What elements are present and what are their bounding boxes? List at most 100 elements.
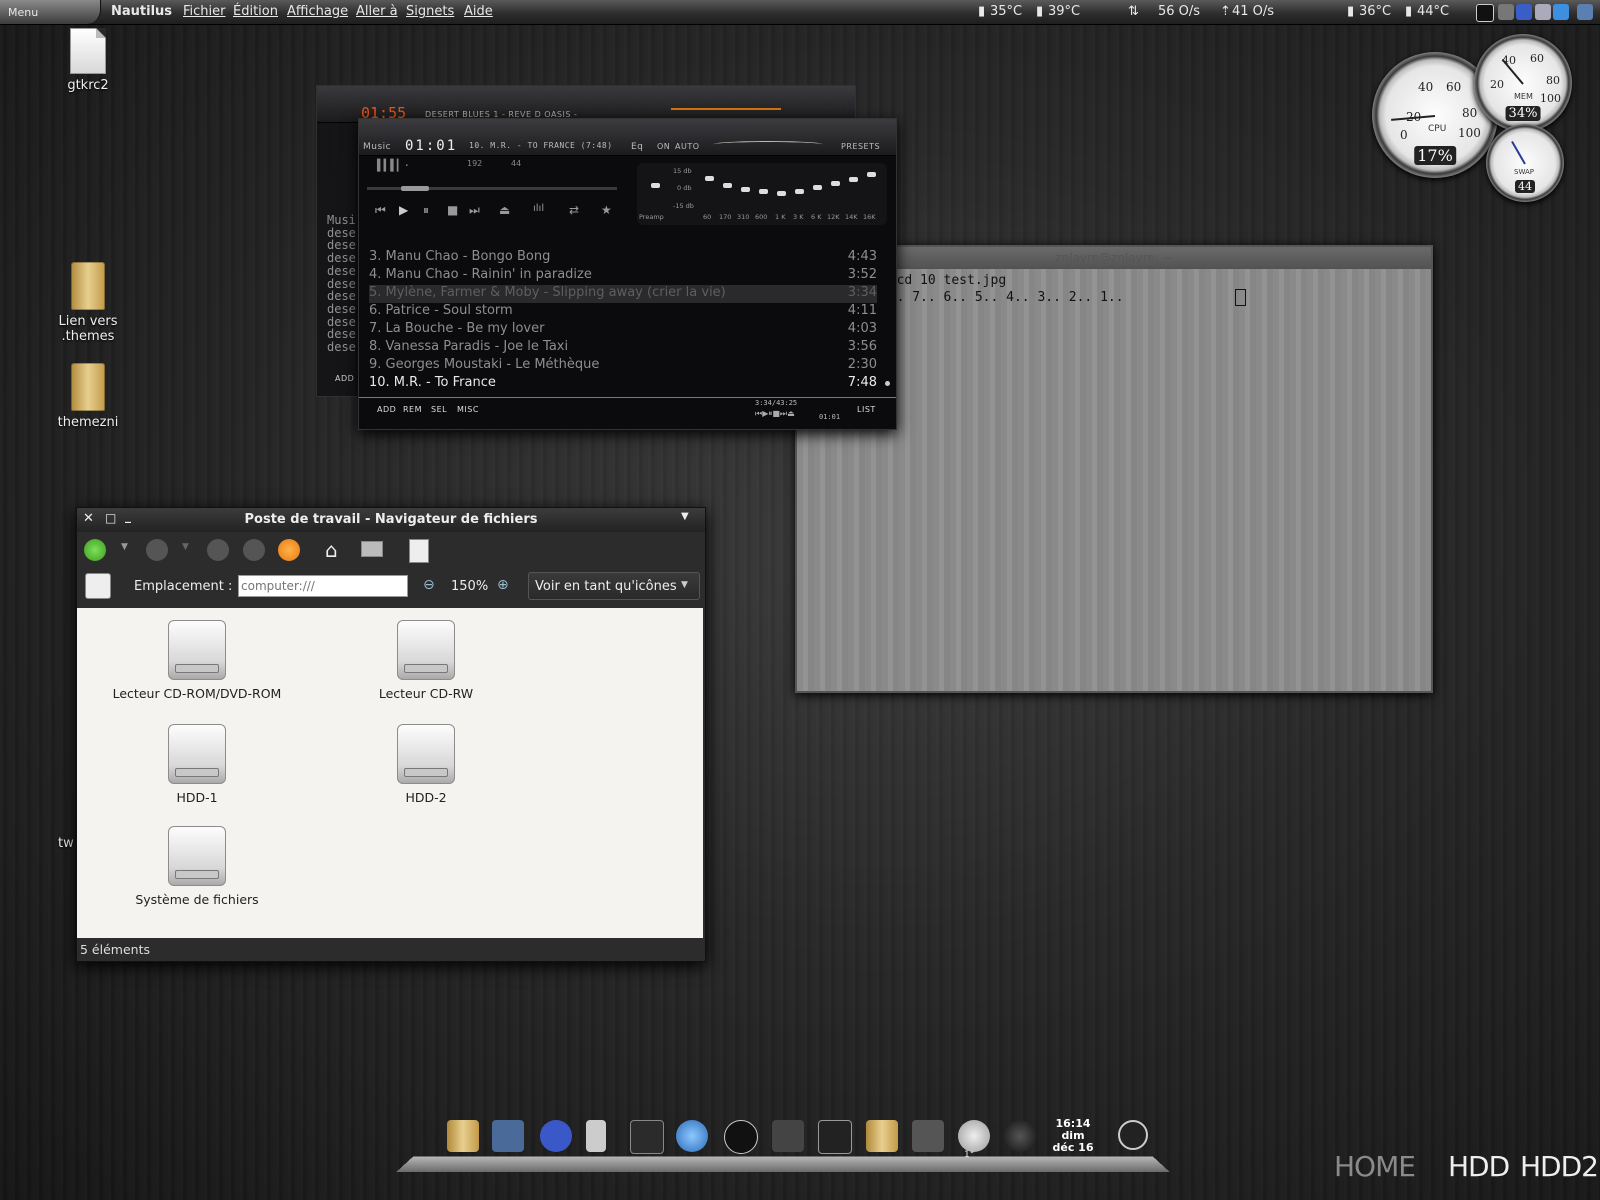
playlist-sel-button[interactable]: SEL [431, 405, 447, 414]
view-mode-select[interactable]: Voir en tant qu'icônes ▼ [528, 572, 700, 600]
eq-slider-310[interactable] [741, 187, 750, 192]
search-icon[interactable] [409, 539, 429, 563]
drive-item[interactable]: HDD-1 [107, 724, 287, 805]
penguin-icon[interactable] [630, 1120, 664, 1154]
forward-history-chevron-icon[interactable]: ▼ [182, 542, 189, 552]
drive-item[interactable]: HDD-2 [336, 724, 516, 805]
playlist-row[interactable]: 8. Vanessa Paradis - Joe le Taxi 3:56 [369, 339, 877, 357]
playlist-row-current[interactable]: 10. M.R. - To France 7:48 [369, 375, 877, 393]
eq-slider-12k[interactable] [831, 181, 840, 186]
reload-icon[interactable] [278, 539, 300, 561]
menu-edition[interactable]: Édition [233, 4, 278, 19]
eq-slider-16k[interactable] [867, 172, 876, 177]
desktop-icon-themes-link[interactable]: Lien vers .themes [33, 262, 143, 344]
playlist-row[interactable]: 3. Manu Chao - Bongo Bong 4:43 [369, 249, 877, 267]
eq-presets-button[interactable]: PRESETS [841, 142, 880, 151]
zoom-in-icon[interactable]: ⊕ [497, 577, 509, 593]
playlist-row[interactable]: 9. Georges Moustaki - Le Méthèque 2:30 [369, 357, 877, 375]
window-menu-chevron-icon[interactable]: ▼ [681, 511, 689, 522]
bird-icon[interactable] [540, 1120, 572, 1152]
network-tray-icon[interactable] [1577, 4, 1593, 20]
preamp-slider[interactable] [651, 183, 660, 188]
main-menu-button[interactable]: Menu [0, 0, 101, 24]
update-tray-icon[interactable] [1553, 4, 1569, 20]
mini-transport-icons[interactable]: ⏮▶⏸■⏭⏏ [755, 409, 795, 419]
drive-icon[interactable] [772, 1120, 804, 1152]
eq-on-toggle[interactable]: ON [657, 142, 670, 151]
playlist-add-button[interactable]: ADD [377, 405, 396, 414]
back-icon[interactable] [84, 539, 106, 561]
amarok-icon[interactable] [724, 1120, 758, 1154]
stop-icon[interactable] [243, 539, 265, 561]
playlist[interactable]: 3. Manu Chao - Bongo Bong 4:43 4. Manu C… [359, 245, 896, 395]
playlist-misc-button[interactable]: MISC [457, 405, 479, 414]
menu-signets[interactable]: Signets [406, 4, 454, 19]
eq-slider-6k[interactable] [813, 185, 822, 190]
folder-icon[interactable] [447, 1120, 479, 1152]
playlist-rem-button[interactable]: REM [403, 405, 422, 414]
location-input[interactable] [238, 575, 408, 597]
file-view[interactable]: Lecteur CD-ROM/DVD-ROM Lecteur CD-RW HDD… [77, 608, 703, 938]
nautilus-titlebar[interactable]: ✕ □ _ Poste de travail - Navigateur de f… [77, 508, 705, 532]
forward-icon[interactable] [146, 539, 168, 561]
playlist-row[interactable]: 7. La Bouche - Be my lover 4:03 [369, 321, 877, 339]
computer-icon[interactable] [361, 541, 383, 557]
player-title-bar[interactable]: Music 01:01 10. M.R. - TO FRANCE (7:48) … [359, 119, 896, 156]
menu-aide[interactable]: Aide [464, 4, 493, 19]
app-tray-icon[interactable] [1498, 4, 1514, 20]
weather-tray-icon[interactable] [1535, 4, 1551, 20]
eq-slider-1k[interactable] [777, 191, 786, 196]
player-back-add-button[interactable]: ADD [335, 374, 354, 383]
up-icon[interactable] [207, 539, 229, 561]
zoom-out-icon[interactable]: ⊖ [423, 577, 435, 593]
weather-icon[interactable]: 1° [958, 1120, 990, 1160]
playlist-row[interactable]: 4. Manu Chao - Rainin' in paradize 3:52 [369, 267, 877, 285]
music-player-window[interactable]: Music 01:01 10. M.R. - TO FRANCE (7:48) … [358, 118, 897, 430]
eq-slider-14k[interactable] [849, 177, 858, 182]
dock-clock[interactable]: 16:14 dim déc 16 [1046, 1118, 1100, 1154]
play-icon[interactable]: ▶ [399, 203, 408, 217]
folder-icon[interactable] [866, 1120, 898, 1152]
khz-readout: 44 [511, 159, 522, 168]
eq-auto-toggle[interactable]: AUTO [675, 142, 700, 151]
eject-icon[interactable]: ⏏ [499, 203, 510, 217]
network-icon[interactable] [492, 1120, 524, 1152]
drive-item[interactable]: Lecteur CD-RW [336, 620, 516, 701]
menu-aller-a[interactable]: Aller à [356, 4, 398, 19]
menu-fichier[interactable]: Fichier [183, 4, 226, 19]
drive-item[interactable]: Lecteur CD-ROM/DVD-ROM [107, 620, 287, 701]
repeat-icon[interactable]: ⇄ [569, 203, 579, 217]
workspace-switcher-icon[interactable] [912, 1120, 944, 1152]
desktop-icon-themezni[interactable]: themezni [33, 363, 143, 430]
globe-icon[interactable] [676, 1120, 708, 1152]
toggle-location-icon[interactable] [85, 573, 111, 599]
eq-slider-170[interactable] [723, 183, 732, 188]
bird-tray-icon[interactable] [1516, 4, 1532, 20]
playlist-list-button[interactable]: LIST [857, 405, 876, 414]
playlist-row[interactable]: 6. Patrice - Soul storm 4:11 [369, 303, 877, 321]
home-icon[interactable]: ⌂ [325, 538, 338, 562]
favorite-icon[interactable]: ★ [601, 203, 612, 217]
next-icon[interactable]: ⏭ [469, 203, 480, 218]
amarok-tray-icon[interactable] [1476, 4, 1494, 22]
drive-item[interactable]: Système de fichiers [107, 826, 287, 907]
prev-icon[interactable]: ⏮ [375, 203, 386, 218]
terminal-icon[interactable] [818, 1120, 852, 1154]
menu-affichage[interactable]: Affichage [287, 4, 348, 19]
playlist-scrollbar[interactable] [885, 381, 890, 386]
equalizer-icon[interactable]: ılıl [533, 203, 544, 214]
usb-drive-icon[interactable] [586, 1120, 606, 1152]
back-history-chevron-icon[interactable]: ▼ [121, 542, 128, 552]
playlist-row-selected[interactable]: 5. Mylène, Farmer & Moby - Slipping away… [369, 285, 877, 303]
pause-icon[interactable]: ⏸ [423, 203, 429, 218]
nautilus-window[interactable]: ✕ □ _ Poste de travail - Navigateur de f… [76, 507, 706, 962]
stop-icon[interactable]: ■ [447, 203, 458, 217]
eq-slider-600[interactable] [759, 189, 768, 194]
power-icon[interactable] [1118, 1120, 1148, 1150]
desktop-icon-gtkrc2[interactable]: gtkrc2 [33, 28, 143, 93]
eq-slider-3k[interactable] [795, 189, 804, 194]
seek-handle[interactable] [401, 186, 429, 191]
eq-slider-60[interactable] [705, 176, 714, 181]
player-back-list[interactable]: Musi dese dese dese dese dese dese dese … [327, 214, 356, 354]
speaker-icon[interactable] [1004, 1120, 1036, 1152]
